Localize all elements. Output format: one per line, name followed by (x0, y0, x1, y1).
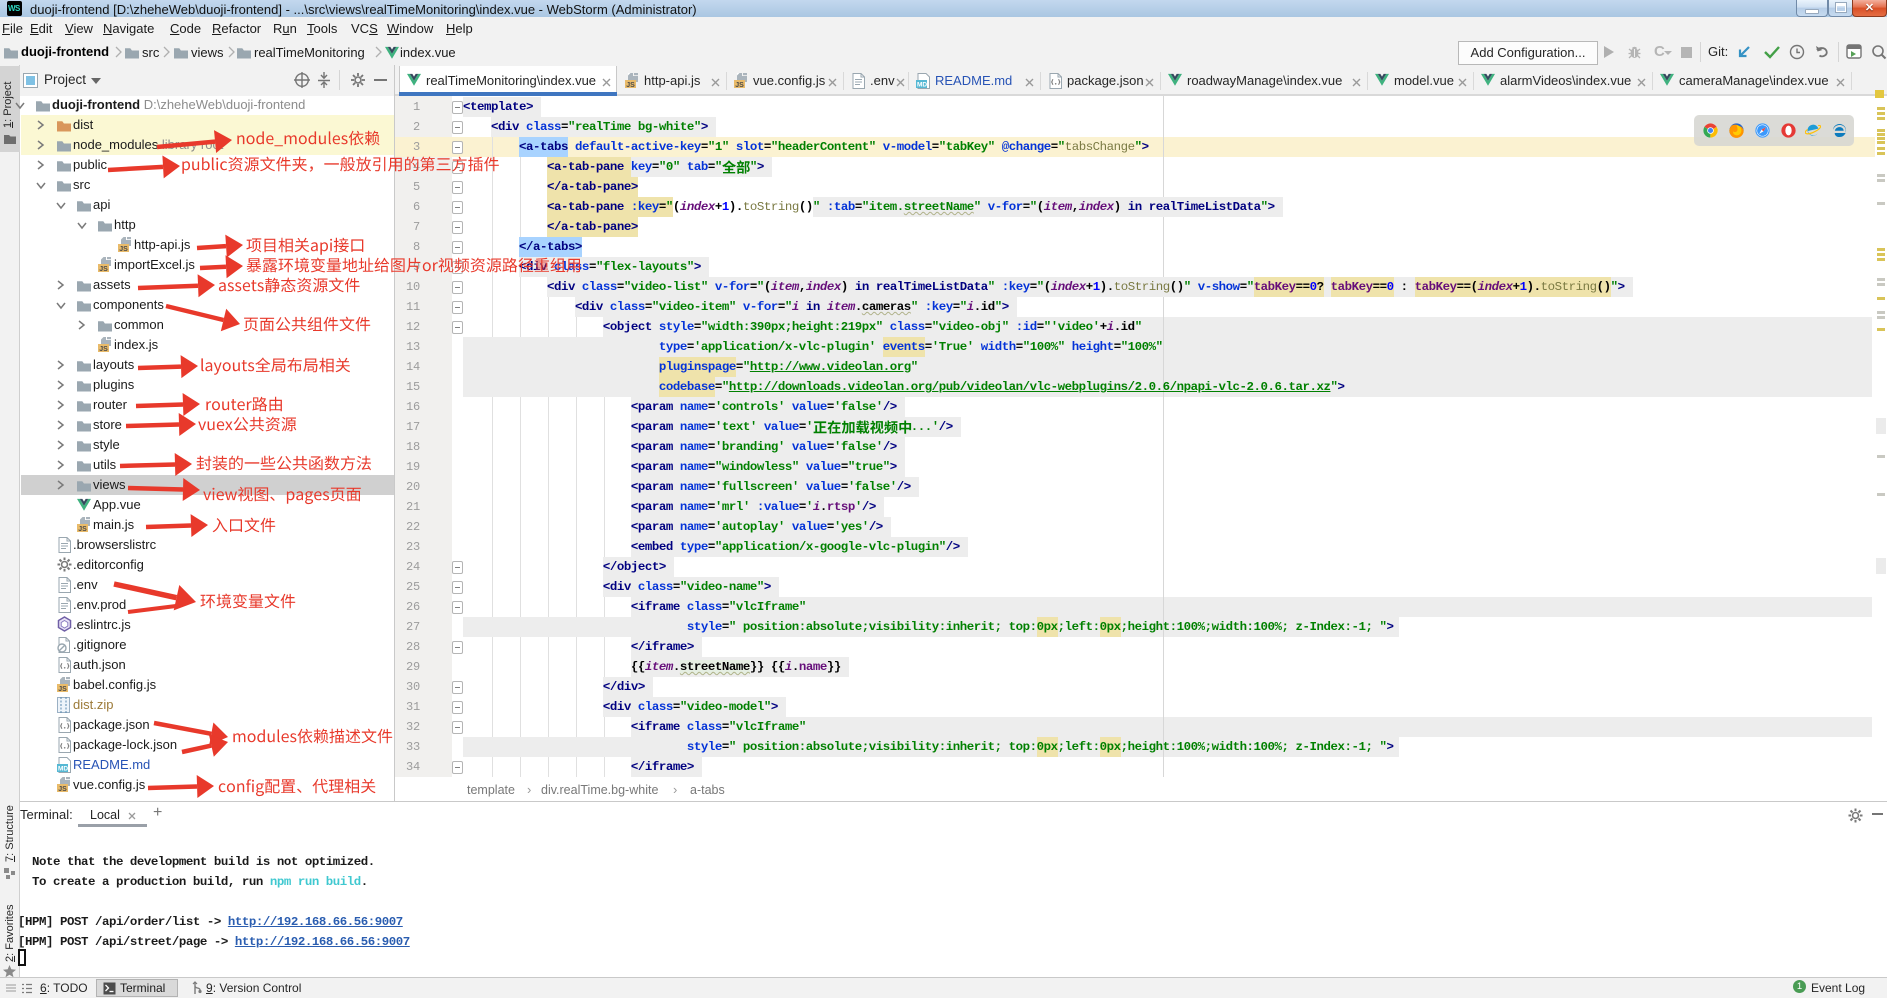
svg-text:MD: MD (917, 82, 927, 89)
svg-text:JS: JS (735, 82, 744, 88)
svg-text:JS: JS (78, 526, 87, 532)
svg-text:JS: JS (99, 346, 108, 352)
svg-text:JS: JS (58, 686, 67, 692)
svg-text:JS: JS (119, 246, 128, 252)
svg-text:JS: JS (58, 786, 67, 792)
svg-text:JS: JS (99, 266, 108, 272)
svg-text:JS: JS (626, 82, 635, 88)
svg-text:MD: MD (58, 766, 68, 773)
